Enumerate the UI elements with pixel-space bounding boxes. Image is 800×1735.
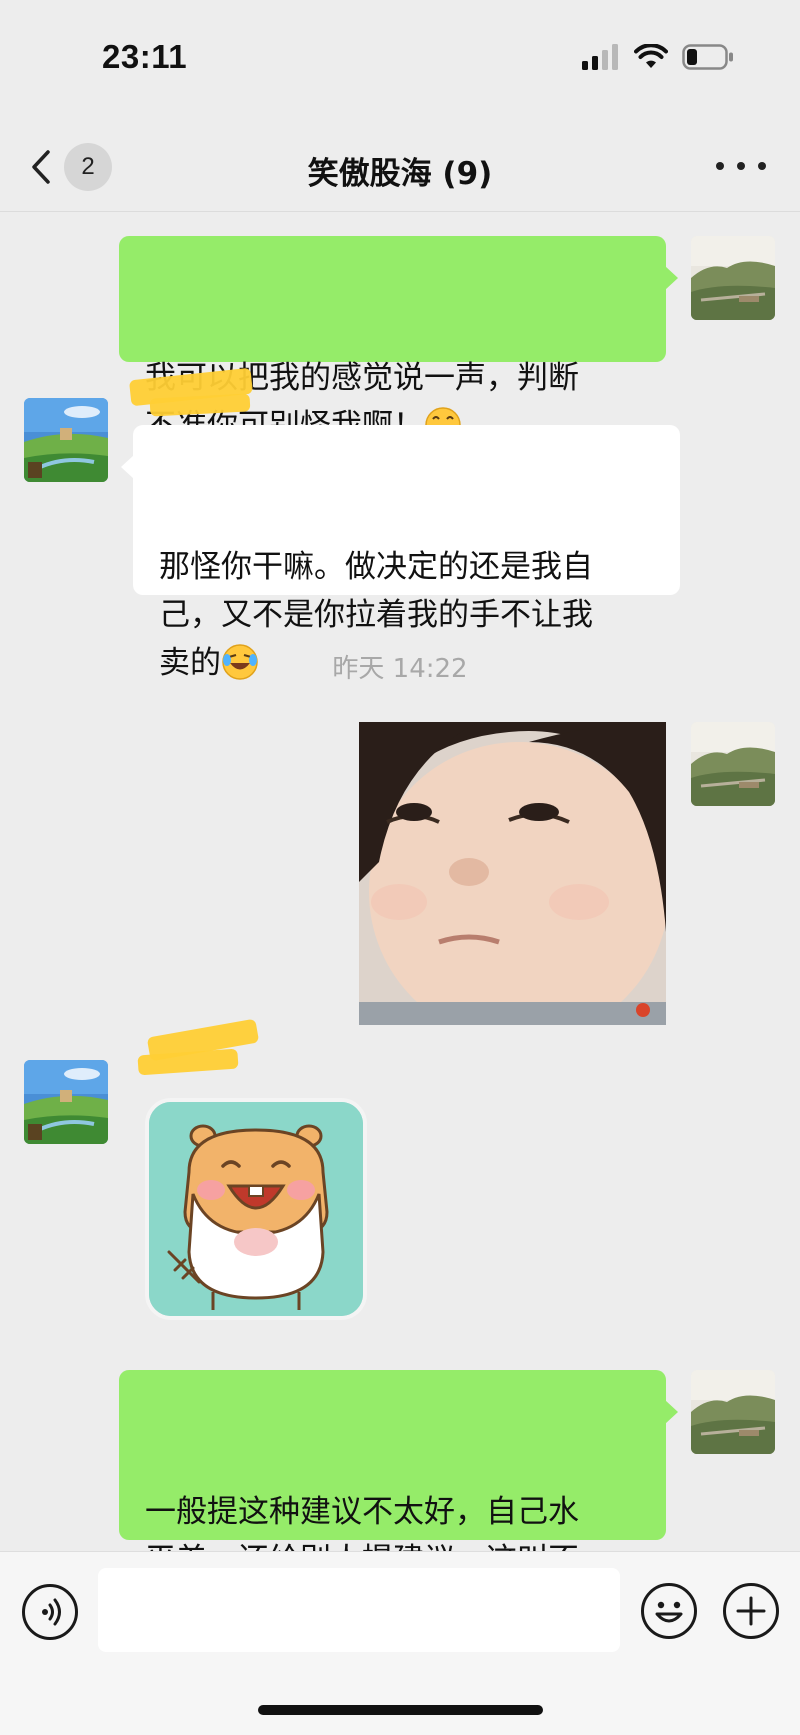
chat-header: 2 笑傲股海 (9) bbox=[0, 120, 800, 212]
message-input[interactable] bbox=[98, 1568, 620, 1652]
input-bar bbox=[0, 1551, 800, 1735]
message-bubble-outgoing[interactable]: 我可以把我的感觉说一声，判断 不准你可别怪我啊！ bbox=[119, 236, 678, 444]
wifi-icon bbox=[634, 44, 668, 68]
home-indicator bbox=[258, 1705, 543, 1715]
more-button[interactable] bbox=[716, 146, 766, 186]
battery-icon bbox=[682, 44, 733, 70]
status-time: 23:11 bbox=[102, 38, 188, 75]
plus-button[interactable] bbox=[723, 1583, 779, 1639]
voice-icon bbox=[42, 1598, 61, 1626]
chat-title: 笑傲股海 (9) bbox=[307, 156, 493, 192]
emoji-button[interactable] bbox=[641, 1583, 697, 1639]
message-bubble-outgoing[interactable]: 一般提这种建议不太好，自己水 平差，还给别人提建议，这叫不 自量力 bbox=[119, 1370, 678, 1626]
sender-avatar[interactable] bbox=[24, 398, 108, 482]
plus-icon bbox=[736, 1596, 766, 1626]
voice-button[interactable] bbox=[22, 1584, 78, 1640]
my-avatar[interactable] bbox=[691, 1370, 775, 1454]
laughing-hamster-sticker bbox=[149, 1102, 363, 1316]
timestamp: 昨天 14:22 bbox=[332, 654, 468, 684]
emoji-icon bbox=[655, 1601, 683, 1623]
sender-avatar[interactable] bbox=[24, 1060, 108, 1144]
more-icon bbox=[716, 162, 724, 170]
sticker-message[interactable] bbox=[145, 1098, 367, 1320]
my-avatar[interactable] bbox=[691, 722, 775, 806]
status-bar: 23:11 bbox=[0, 0, 800, 120]
message-bubble-incoming[interactable]: 那怪你干嘛。做决定的还是我自 己，又不是你拉着我的手不让我 卖的 bbox=[121, 425, 680, 681]
signal-icon bbox=[582, 44, 618, 70]
image-message[interactable] bbox=[359, 722, 666, 1025]
status-icons bbox=[582, 44, 734, 70]
my-avatar[interactable] bbox=[691, 236, 775, 320]
photo-of-child bbox=[359, 722, 666, 1025]
